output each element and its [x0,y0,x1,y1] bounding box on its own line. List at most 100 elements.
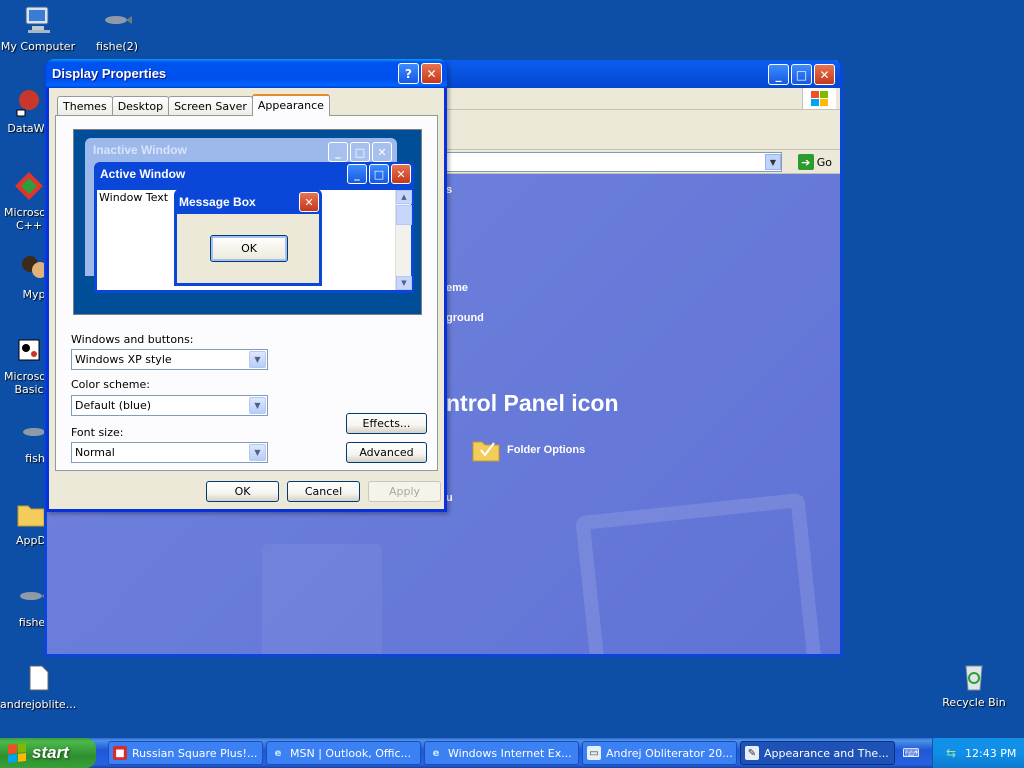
scroll-thumb [396,205,412,225]
ok-button[interactable]: OK [206,481,279,502]
font-size-select[interactable]: Normal ▼ [71,442,268,463]
display-properties-dialog[interactable]: Display Properties ? ✕ Themes Desktop Sc… [46,59,447,512]
desktop-icon-fishe2[interactable]: fishe(2) [79,4,155,53]
maximize-icon: □ [369,164,389,184]
windows-flag-icon [8,743,26,763]
color-scheme-label: Color scheme: [71,378,150,391]
scroll-up-icon: ▲ [396,190,412,204]
close-button[interactable]: ✕ [421,63,442,84]
desktop-icon-andrejobliterator[interactable]: andrejoblite... [0,662,76,711]
start-label: start [32,743,69,762]
desktop-icon-my-computer[interactable]: My Computer [0,4,76,53]
windows-buttons-select[interactable]: Windows XP style ▼ [71,349,268,370]
taskbar-item-label: Andrej Obliterator 20... [606,746,733,760]
close-icon: ✕ [426,66,437,81]
watermark-checkmark-icon [575,492,829,654]
maximize-icon: □ [795,67,808,82]
taskbar: start ■ Russian Square Plus!... e MSN | … [0,738,1024,768]
russian-square-icon: ■ [113,746,127,760]
folder-options-link[interactable]: Folder Options [471,436,585,464]
clock[interactable]: 12:43 PM [965,747,1016,760]
close-icon: ✕ [299,192,319,212]
dialog-title: Display Properties [52,66,167,81]
taskbar-item-label: Russian Square Plus!... [132,746,258,760]
task-link-partial[interactable]: eme [446,282,468,294]
minimize-icon: _ [328,142,348,162]
minimize-icon: _ [347,164,367,184]
desktop-icon-recycle-bin[interactable]: Recycle Bin [936,660,1012,709]
tab-themes[interactable]: Themes [57,96,113,116]
task-link-partial[interactable]: u [446,492,453,504]
taskbar-item-appearance-themes[interactable]: ✎ Appearance and The... [740,741,895,765]
taskbar-item-russian-square[interactable]: ■ Russian Square Plus!... [108,741,263,765]
color-scheme-value: Default (blue) [75,399,152,412]
preview-message-box: Message Box ✕ OK [174,189,322,286]
desktop-icon-label: Recycle Bin [942,696,1006,709]
pick-icon-heading: ntrol Panel icon [446,390,619,416]
preview-window-text: Window Text [99,191,169,204]
preview-ok-button: OK [210,235,288,262]
appearance-preview: Inactive Window _ □ ✕ Active Window _ □ … [73,129,422,315]
taskbar-item-internet-explorer[interactable]: e Windows Internet Ex... [424,741,579,765]
tab-desktop[interactable]: Desktop [111,96,170,116]
close-icon: ✕ [819,67,830,82]
close-icon: ✕ [372,142,392,162]
maximize-icon: □ [350,142,370,162]
chevron-down-icon[interactable]: ▼ [249,397,266,414]
watermark-shape [262,544,382,654]
start-button[interactable]: start [0,738,96,768]
taskbar-item-label: Windows Internet Ex... [448,746,572,760]
close-icon: ✕ [391,164,411,184]
taskbar-item-msn[interactable]: e MSN | Outlook, Offic... [266,741,421,765]
tab-strip: Themes Desktop Screen Saver Appearance [57,94,330,116]
control-panel-icon: ✎ [745,746,759,760]
go-button[interactable]: ➔ Go [797,153,832,171]
windows-buttons-value: Windows XP style [75,353,172,366]
apply-button[interactable]: Apply [368,481,441,502]
cancel-button[interactable]: Cancel [287,481,360,502]
desktop-icon-label: Myp [22,288,46,301]
app-window-icon: ▭ [587,746,601,760]
appearance-panel: Inactive Window _ □ ✕ Active Window _ □ … [55,115,438,471]
datawa-icon [16,90,39,117]
chevron-down-icon[interactable]: ▼ [765,154,781,170]
minimize-button[interactable]: _ [768,64,789,85]
font-size-value: Normal [75,446,115,459]
system-tray: ⇆ 12:43 PM [932,738,1024,768]
folder-options-icon [472,441,500,462]
dialog-title-bar[interactable]: Display Properties ? ✕ [46,59,447,88]
desktop-icon-label: andrejoblite... [0,698,77,711]
preview-active-title: Active Window [100,167,186,181]
help-button[interactable]: ? [398,63,419,84]
folder-icon [17,505,45,527]
taskbar-item-label: Appearance and The... [764,746,889,760]
network-icon[interactable]: ⇆ [943,745,959,761]
windows-buttons-label: Windows and buttons: [71,333,194,346]
close-button[interactable]: ✕ [814,64,835,85]
advanced-button[interactable]: Advanced [346,442,427,463]
keyboard-icon[interactable]: ⌨ [901,744,921,762]
chevron-down-icon[interactable]: ▼ [249,444,266,461]
windows-logo-icon [802,88,836,109]
taskbar-item-andrej-obliterator[interactable]: ▭ Andrej Obliterator 20... [582,741,737,765]
font-size-label: Font size: [71,426,124,439]
chevron-down-icon[interactable]: ▼ [249,351,266,368]
tab-screen-saver[interactable]: Screen Saver [168,96,253,116]
preview-message-body: OK [177,214,319,283]
preview-message-title: Message Box [179,195,256,209]
taskbar-item-label: MSN | Outlook, Offic... [290,746,412,760]
minimize-icon: _ [775,67,782,82]
effects-button[interactable]: Effects... [346,413,427,434]
desktop-icon-label: AppD [16,534,46,547]
tab-appearance[interactable]: Appearance [251,94,330,116]
color-scheme-select[interactable]: Default (blue) ▼ [71,395,268,416]
computer-icon [25,6,50,33]
preview-scrollbar: ▲ ▼ [395,190,412,290]
arrow-right-icon: ➔ [797,154,814,170]
maximize-button[interactable]: □ [791,64,812,85]
desktop-icon-label: fish [25,452,45,465]
ie-icon: e [432,747,440,759]
fish-icon [105,16,132,24]
task-link-partial[interactable]: ground [446,312,484,324]
visual-cpp-icon [15,172,43,200]
